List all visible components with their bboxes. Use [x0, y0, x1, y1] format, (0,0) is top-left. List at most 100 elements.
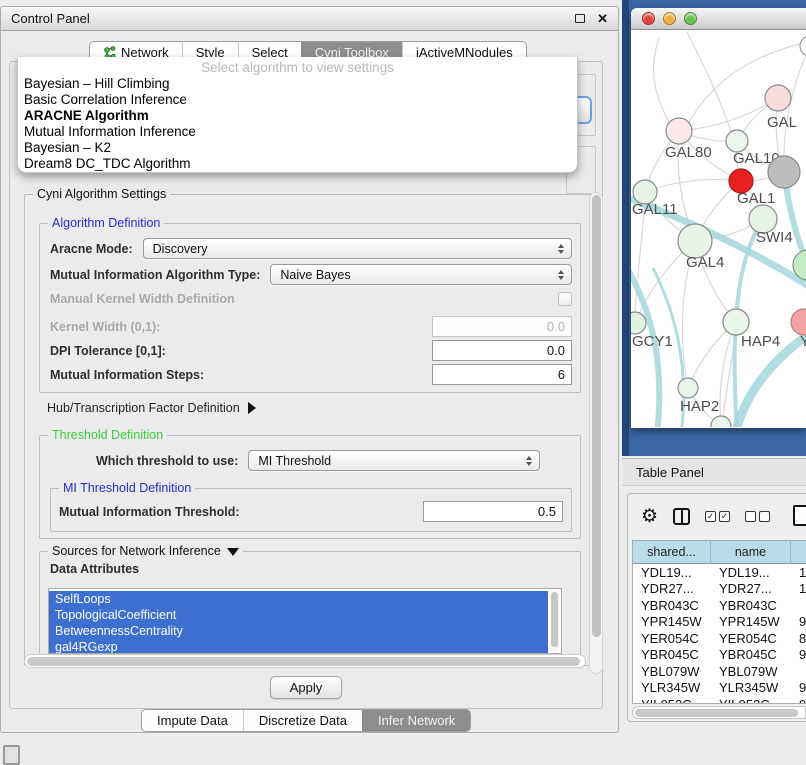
aracne-mode-label: Aracne Mode: — [50, 242, 133, 256]
table-row[interactable]: YBL079WYBL079W — [633, 663, 806, 680]
table-cell: YIL052C — [633, 696, 711, 704]
table-row[interactable]: YLR345WYLR345W9. — [633, 680, 806, 697]
gear-icon[interactable]: ⚙ — [641, 507, 658, 526]
table-header-cell[interactable]: shared... — [633, 541, 711, 564]
node-gal10[interactable] — [726, 130, 748, 152]
threshold-definition-title: Threshold Definition — [48, 428, 167, 442]
node-hap2[interactable] — [678, 378, 698, 398]
node-gal-cut-label: GAL — [767, 114, 797, 131]
node-gal80-label: GAL80 — [665, 144, 712, 161]
table-row[interactable]: YBR043CYBR043C — [633, 597, 806, 614]
node-gal4-label: GAL4 — [686, 254, 724, 271]
table-cell: YDL19... — [711, 564, 791, 581]
dpi-tolerance-field[interactable]: 0.0 — [432, 340, 572, 361]
network-canvas[interactable]: GALGAL80GAL10GAL1GAL11SWI4GAL4GCY1HAP4YH… — [631, 30, 806, 427]
deselect-columns-icon[interactable] — [745, 511, 770, 522]
sources-group-title: Sources for Network Inference — [48, 544, 243, 558]
manual-kernel-width-checkbox[interactable] — [558, 292, 572, 306]
network-edge[interactable] — [687, 32, 731, 131]
table-cell: 9. — [791, 647, 806, 664]
table-cell: 9. — [791, 614, 806, 631]
table-cell: YBR043C — [633, 597, 711, 614]
table-row[interactable]: YPR145WYPR145W9. — [633, 614, 806, 631]
list-scrollbar[interactable] — [550, 591, 559, 651]
which-threshold-label: Which threshold to use: — [96, 454, 238, 468]
combo-arrows-icon — [558, 270, 564, 280]
node-hap2-label: HAP2 — [680, 398, 719, 415]
sources-group: Sources for Network Inference Data Attri… — [39, 551, 581, 665]
node-pink-right[interactable] — [791, 309, 806, 335]
aracne-mode-combobox[interactable]: Discovery — [143, 238, 572, 259]
table-header-row: shared...name — [633, 541, 806, 564]
network-edge[interactable] — [784, 46, 806, 172]
tab-discretize-data[interactable]: Discretize Data — [243, 710, 362, 731]
tab-infer-network[interactable]: Infer Network — [362, 710, 470, 731]
apply-button[interactable]: Apply — [270, 676, 342, 699]
minimize-traffic-light-icon[interactable] — [663, 12, 676, 25]
network-edge[interactable] — [645, 179, 741, 192]
algorithm-option[interactable]: ARACNE Algorithm — [18, 108, 577, 124]
table-rows: YDL19...YDL19...13YDR27...YDR27...12YBR0… — [633, 564, 806, 704]
algorithm-option[interactable]: Bayesian – K2 — [18, 140, 577, 156]
close-icon[interactable]: ✕ — [597, 11, 608, 27]
node-gal4[interactable] — [678, 224, 712, 258]
float-window-icon[interactable] — [575, 14, 585, 23]
table-cell — [791, 597, 806, 614]
which-threshold-combobox[interactable]: MI Threshold — [248, 450, 540, 471]
table-cell: 9. — [791, 680, 806, 697]
table-horizontal-scrollbar[interactable] — [632, 706, 806, 719]
tab-impute-data[interactable]: Impute Data — [142, 710, 243, 731]
minimized-panel-icon[interactable] — [3, 745, 20, 765]
mi-algorithm-type-combobox[interactable]: Naive Bayes — [270, 264, 572, 285]
close-traffic-light-icon[interactable] — [642, 12, 655, 25]
attribute-item[interactable]: SelfLoops — [49, 591, 548, 607]
hub-definition-expander[interactable]: Hub/Transcription Factor Definition — [47, 401, 256, 415]
select-columns-icon[interactable]: ✓✓ — [705, 511, 730, 522]
network-view-window: GALGAL80GAL10GAL1GAL11SWI4GAL4GCY1HAP4YH… — [631, 8, 806, 428]
node-gal80[interactable] — [666, 118, 692, 144]
mi-threshold-field[interactable]: 0.5 — [423, 501, 563, 522]
table-row[interactable]: YBR045CYBR045C9. — [633, 647, 806, 664]
table-row[interactable]: YER054CYER054C8. — [633, 630, 806, 647]
settings-horizontal-scrollbar[interactable] — [24, 654, 586, 668]
which-threshold-value: MI Threshold — [258, 454, 331, 468]
table-cell: 13 — [791, 564, 806, 581]
export-table-icon[interactable] — [793, 505, 806, 526]
node-top-partial[interactable] — [800, 36, 806, 56]
node-gray[interactable] — [768, 156, 800, 188]
dropdown-placeholder: Select algorithm to view settings — [18, 59, 577, 76]
algorithm-option[interactable]: Bayesian – Hill Climbing — [18, 76, 577, 92]
data-attributes-list[interactable]: SelfLoopsTopologicalCoefficientBetweenne… — [48, 588, 562, 654]
table-cell: YPR145W — [711, 614, 791, 631]
attribute-item[interactable]: TopologicalCoefficient — [49, 607, 548, 623]
kernel-width-label: Kernel Width (0,1): — [50, 320, 160, 334]
table-row[interactable]: YDL19...YDL19...13 — [633, 564, 806, 581]
table-row[interactable]: YDR27...YDR27...12 — [633, 581, 806, 598]
table-cell: YER054C — [711, 630, 791, 647]
network-edge[interactable] — [654, 38, 669, 122]
node-hap4[interactable] — [723, 309, 749, 335]
node-gcy1[interactable] — [631, 312, 646, 334]
data-attributes-label: Data Attributes — [50, 562, 139, 576]
attribute-item[interactable]: BetweennessCentrality — [49, 623, 548, 639]
cyni-bottom-tabs: Impute DataDiscretize DataInfer Network — [141, 709, 471, 732]
algorithm-option[interactable]: Dream8 DC_TDC Algorithm — [18, 156, 577, 172]
threshold-definition-group: Threshold Definition Which threshold to … — [39, 435, 581, 539]
node-gal-cut[interactable] — [765, 85, 791, 111]
zoom-traffic-light-icon[interactable] — [684, 12, 697, 25]
node-bottom-partial[interactable] — [711, 416, 731, 427]
table-header-cell[interactable] — [791, 541, 806, 564]
attribute-item[interactable]: gal4RGexp — [49, 639, 548, 654]
table-cell: YLR345W — [711, 680, 791, 697]
node-table[interactable]: shared...name YDL19...YDL19...13YDR27...… — [632, 540, 806, 704]
algorithm-option[interactable]: Basic Correlation Inference — [18, 92, 577, 108]
columns-icon[interactable] — [673, 508, 690, 525]
table-cell: YDR27... — [711, 581, 791, 598]
settings-vertical-scrollbar[interactable] — [589, 192, 603, 674]
expander-arrow-icon — [248, 402, 256, 414]
mi-steps-field[interactable]: 6 — [432, 364, 572, 385]
table-row[interactable]: YIL052CYIL052C9 — [633, 696, 806, 704]
table-header-cell[interactable]: name — [711, 541, 791, 564]
algorithm-option[interactable]: Mutual Information Inference — [18, 124, 577, 140]
table-cell: YLR345W — [633, 680, 711, 697]
